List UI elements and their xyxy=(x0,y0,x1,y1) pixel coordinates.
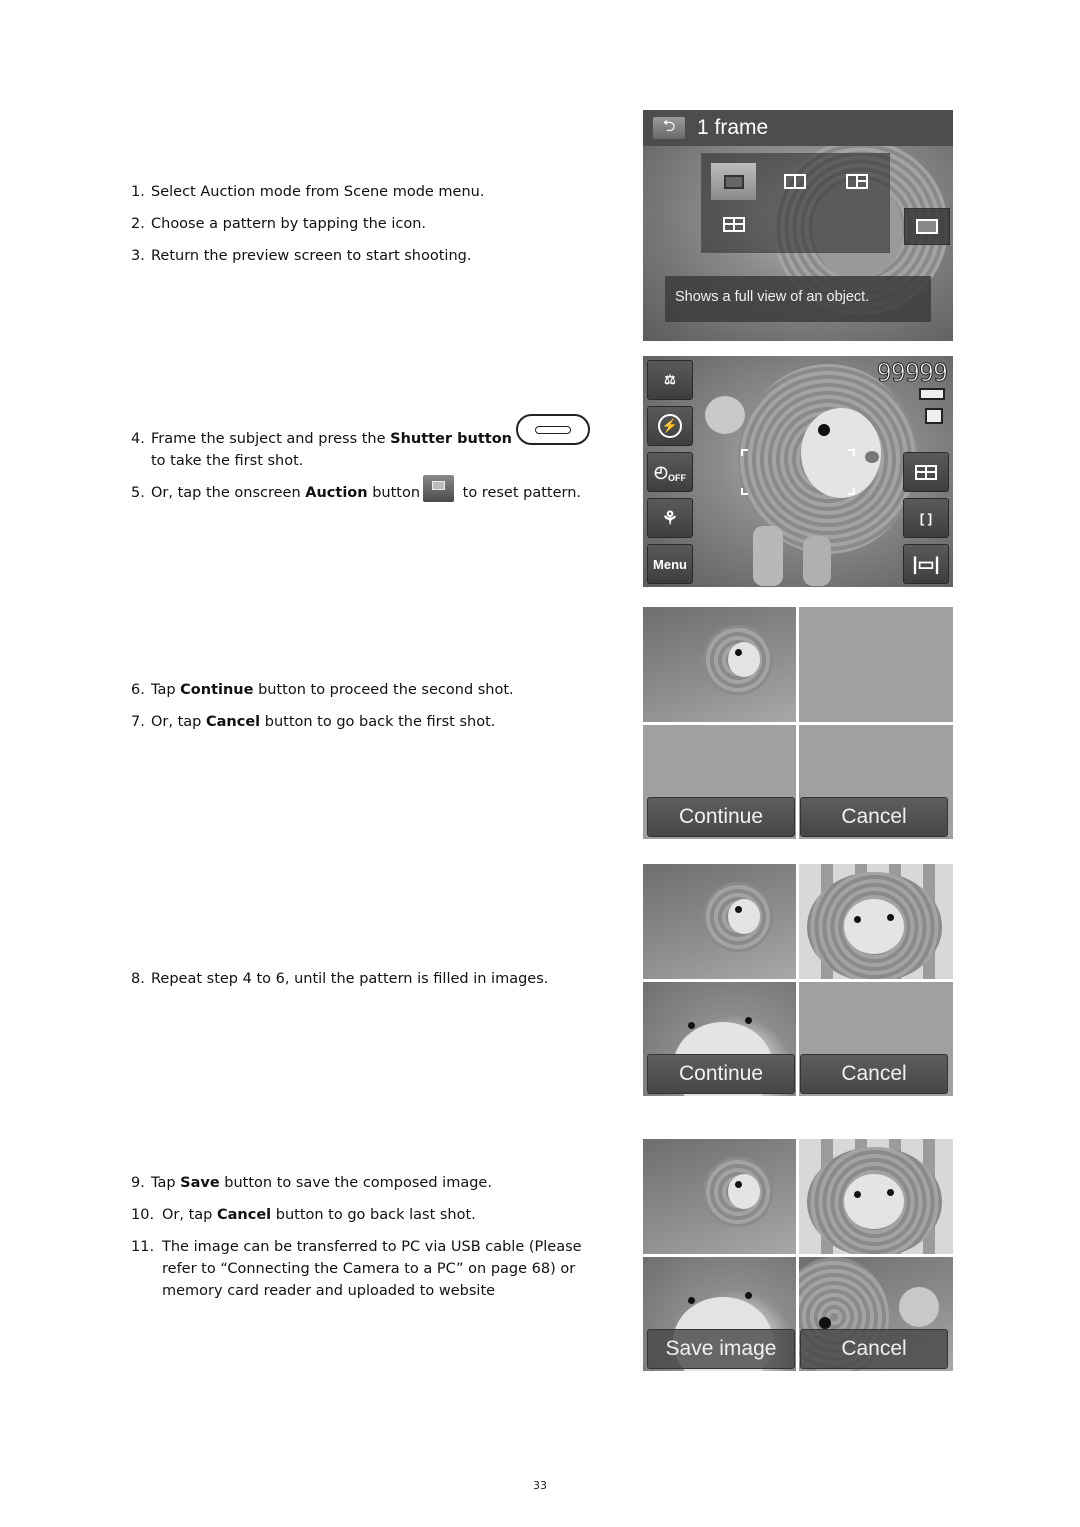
shot-1 xyxy=(643,607,796,722)
continue-button[interactable]: Continue xyxy=(647,797,795,837)
back-button[interactable]: ⮌ xyxy=(653,115,685,139)
step-3: 3. Return the preview screen to start sho… xyxy=(131,248,472,264)
screen-title: 1 frame xyxy=(697,116,769,139)
hint-text: Shows a full view of an object. xyxy=(675,289,870,305)
cancel-button[interactable]: Cancel xyxy=(800,1054,948,1094)
page-number: 33 xyxy=(533,1479,547,1492)
pattern-panel xyxy=(701,153,890,253)
display-mode-icon: |▭| xyxy=(912,553,940,574)
cancel-button[interactable]: Cancel xyxy=(800,797,948,837)
flash-off-icon: ⚡ xyxy=(658,414,682,438)
battery-icon xyxy=(919,388,945,400)
pattern-2-frame[interactable] xyxy=(784,174,806,189)
single-frame-icon xyxy=(723,174,744,189)
scene-mode-button[interactable]: ⚖ xyxy=(647,360,693,400)
back-arrow-icon: ⮌ xyxy=(662,115,676,135)
step-10: 10. Or, tap Cancel button to go back last… xyxy=(131,1207,476,1223)
focus-area-button[interactable]: [ ] xyxy=(903,498,949,538)
hint-box: Shows a full view of an object. xyxy=(665,276,931,322)
step-5: 5. Or, tap the onscreen Auction button to… xyxy=(131,485,582,501)
empty-cell-2 xyxy=(799,607,953,722)
storage-icon xyxy=(925,408,943,424)
scene-mode-icon: ⚖ xyxy=(664,372,676,387)
pattern-3-frame[interactable] xyxy=(846,174,868,189)
auction-button-icon xyxy=(423,475,454,502)
self-timer-off-icon: ◴ xyxy=(654,464,668,481)
macro-button[interactable]: ⚘ xyxy=(647,498,693,538)
focus-area-icon: [ ] xyxy=(919,510,933,526)
macro-icon: ⚘ xyxy=(661,507,679,528)
current-pattern-button[interactable] xyxy=(904,208,950,245)
screenshot-three-shots: Continue Cancel xyxy=(643,864,953,1096)
step-9: 9. Tap Save button to save the composed i… xyxy=(131,1175,492,1191)
auction-pattern-button[interactable] xyxy=(903,452,949,492)
menu-button[interactable]: Menu xyxy=(647,544,693,584)
shot-count: 99999 xyxy=(876,358,948,388)
display-mode-button[interactable]: |▭| xyxy=(903,544,949,584)
screenshot-first-shot: Continue Cancel xyxy=(643,607,953,839)
screenshot-preview: ⚖ ⚡ ◴ OFF ⚘ Menu 99999 [ ] |▭| xyxy=(643,356,953,587)
step-1: 1. Select Auction mode from Scene mode me… xyxy=(131,184,485,200)
screenshot-pattern-select: ⮌ 1 frame Shows a full view of an object… xyxy=(643,110,953,341)
cancel-button[interactable]: Cancel xyxy=(800,1329,948,1369)
pattern-4-frame[interactable] xyxy=(723,217,745,232)
shot-2 xyxy=(799,864,953,979)
screenshot-four-shots: Save image Cancel xyxy=(643,1139,953,1371)
flash-button[interactable]: ⚡ xyxy=(647,406,693,446)
shot-1 xyxy=(643,1139,796,1254)
shutter-button-icon xyxy=(516,414,590,445)
step-6: 6. Tap Continue button to proceed the sec… xyxy=(131,682,514,698)
two-frame-icon xyxy=(786,176,796,187)
pattern-1-frame[interactable] xyxy=(711,163,756,200)
shot-2 xyxy=(799,1139,953,1254)
title-bar: ⮌ 1 frame xyxy=(643,110,953,146)
shot-1 xyxy=(643,864,796,979)
step-11: 11. The image can be transferred to PC vi… xyxy=(131,1239,582,1299)
step-7: 7. Or, tap Cancel button to go back the f… xyxy=(131,714,496,730)
four-frame-icon xyxy=(915,464,937,480)
step-2: 2. Choose a pattern by tapping the icon. xyxy=(131,216,427,232)
continue-button[interactable]: Continue xyxy=(647,1054,795,1094)
save-image-button[interactable]: Save image xyxy=(647,1329,795,1369)
self-timer-button[interactable]: ◴ OFF xyxy=(647,452,693,492)
single-frame-icon xyxy=(916,219,938,234)
focus-frame xyxy=(741,449,855,495)
step-4: 4. Frame the subject and press the Shutte… xyxy=(131,431,512,469)
step-8: 8. Repeat step 4 to 6, until the pattern … xyxy=(131,971,549,987)
